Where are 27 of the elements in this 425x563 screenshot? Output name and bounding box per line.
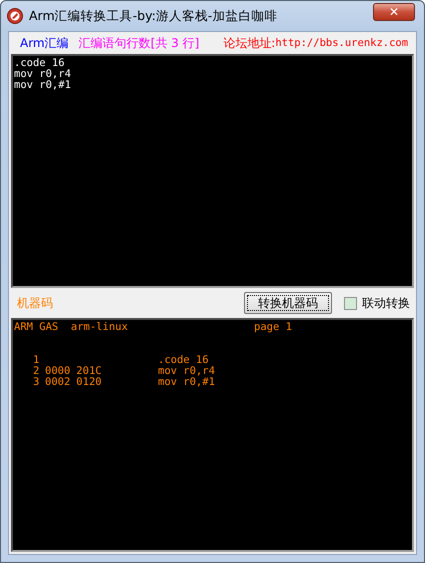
line-count-label: 汇编语句行数[共 3 行]: [78, 34, 200, 52]
listing-header: ARM GAS arm-linux: [14, 322, 129, 333]
source-text: mov r0,#1: [158, 377, 215, 388]
window-title: Arm汇编转换工具-by:游人客栈-加盐白咖啡: [29, 8, 278, 24]
source-editor[interactable]: .code 16 mov r0,r4 mov r0,#1: [11, 54, 414, 288]
code-line: .code 16: [14, 58, 66, 69]
code-line: mov r0,#1: [14, 80, 72, 91]
line-number: 2: [33, 366, 40, 377]
line-number: 1: [33, 355, 40, 366]
convert-button[interactable]: 转换机器码: [244, 292, 332, 314]
assembly-label: Arm汇编: [20, 34, 69, 52]
checkbox[interactable]: [344, 296, 357, 310]
opcode: 201C: [76, 366, 102, 377]
code-line: mov r0,r4: [14, 69, 72, 80]
page-number: page 1: [254, 322, 292, 333]
opcode: 0120: [76, 377, 102, 388]
source-text: .code 16: [158, 355, 209, 366]
address: 0000: [45, 366, 70, 377]
checkbox-label: 联动转换: [362, 294, 410, 312]
forum-link[interactable]: http://bbs.urenkz.com: [275, 37, 408, 49]
line-number: 3: [33, 377, 40, 388]
source-text: mov r0,r4: [158, 366, 215, 377]
app-logo-icon: [7, 8, 23, 24]
machine-code-label: 机器码: [17, 294, 54, 312]
address: 0002: [45, 377, 70, 388]
close-button[interactable]: ✕: [373, 3, 415, 21]
forum-label: 论坛地址:: [223, 34, 276, 52]
